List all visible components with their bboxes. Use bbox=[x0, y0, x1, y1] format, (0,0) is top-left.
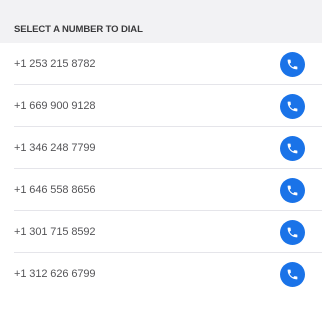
phone-icon bbox=[287, 143, 298, 153]
list-item[interactable]: +1 301 715 8592 bbox=[0, 211, 322, 253]
phone-number: +1 301 715 8592 bbox=[14, 226, 96, 238]
call-button[interactable] bbox=[280, 135, 305, 161]
phone-icon bbox=[287, 227, 298, 237]
phone-number: +1 346 248 7799 bbox=[14, 142, 96, 154]
section-header: SELECT A NUMBER TO DIAL bbox=[0, 0, 322, 43]
list-item[interactable]: +1 312 626 6799 bbox=[0, 253, 322, 295]
phone-number: +1 646 558 8656 bbox=[14, 184, 96, 196]
phone-number: +1 312 626 6799 bbox=[14, 268, 96, 280]
list-item[interactable]: +1 253 215 8782 bbox=[0, 43, 322, 85]
dial-number-screen: SELECT A NUMBER TO DIAL +1 253 215 8782 … bbox=[0, 0, 322, 309]
list-item[interactable]: +1 646 558 8656 bbox=[0, 169, 322, 211]
call-button[interactable] bbox=[280, 93, 305, 119]
phone-number-list: +1 253 215 8782 +1 669 900 9128 +1 346 2… bbox=[0, 43, 322, 295]
phone-icon bbox=[287, 59, 298, 69]
call-button[interactable] bbox=[280, 219, 305, 245]
call-button[interactable] bbox=[280, 51, 305, 77]
call-button[interactable] bbox=[280, 261, 305, 287]
phone-number: +1 669 900 9128 bbox=[14, 100, 96, 112]
phone-number: +1 253 215 8782 bbox=[14, 58, 96, 70]
phone-icon bbox=[287, 185, 298, 195]
list-item[interactable]: +1 669 900 9128 bbox=[0, 85, 322, 127]
phone-icon bbox=[287, 269, 298, 279]
phone-icon bbox=[287, 101, 298, 111]
call-button[interactable] bbox=[280, 177, 305, 203]
list-item[interactable]: +1 346 248 7799 bbox=[0, 127, 322, 169]
